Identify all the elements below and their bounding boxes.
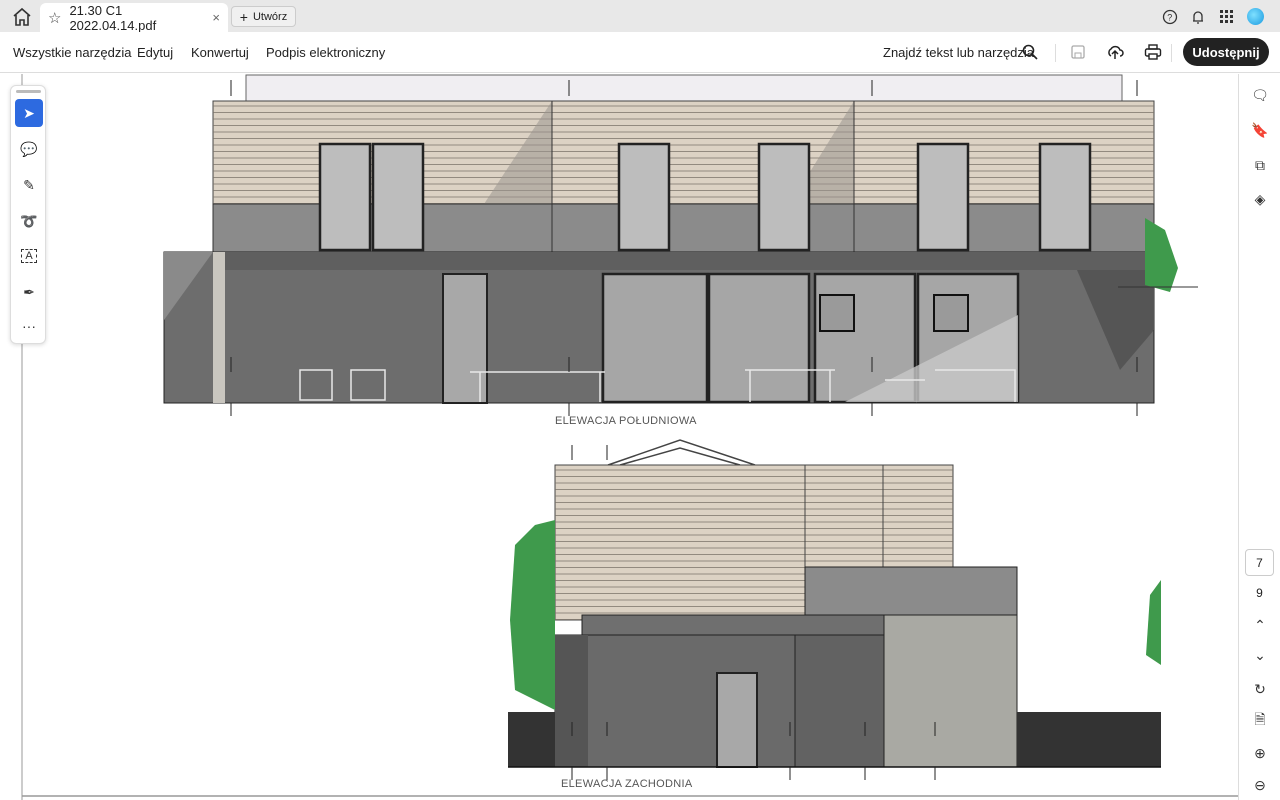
- pen-icon: ✎: [23, 176, 35, 193]
- tree-right-west: [1146, 580, 1161, 665]
- hatch-right: [1017, 712, 1161, 767]
- home-button[interactable]: [10, 6, 34, 28]
- current-page-input[interactable]: 7: [1245, 549, 1274, 576]
- sign-tool[interactable]: ✒: [15, 278, 43, 306]
- find-text-or-tools[interactable]: Znajdź tekst lub narzędzia: [883, 45, 1034, 60]
- help-icon[interactable]: ?: [1161, 8, 1179, 26]
- create-label: Utwórz: [252, 10, 288, 23]
- tree-left: [510, 520, 555, 710]
- avatar[interactable]: [1247, 8, 1264, 25]
- document-viewport[interactable]: ELEWACJA POŁUDNIOWA ELEWACJA ZACHODNIA: [0, 74, 1238, 800]
- text-box-tool[interactable]: A: [15, 242, 43, 270]
- west-elevation: [508, 439, 1161, 768]
- quick-tools-panel: ➤ 💬 ✎ ➰ A ✒ ···: [10, 85, 46, 344]
- tab-bar: ☆ 21.30 C1 2022.04.14.pdf × + Utwórz ?: [0, 0, 1280, 33]
- rotate-icon[interactable]: ↻: [1249, 678, 1271, 700]
- label-south-elevation: ELEWACJA POŁUDNIOWA: [555, 415, 697, 427]
- text-box-icon: A: [21, 249, 37, 263]
- south-elevation: [163, 74, 1198, 404]
- search-icon[interactable]: [1021, 43, 1039, 61]
- next-page-icon[interactable]: ⌄: [1249, 644, 1271, 666]
- menu-e-signature[interactable]: Podpis elektroniczny: [266, 45, 385, 60]
- draw-tool[interactable]: ➰: [15, 207, 43, 235]
- more-tools[interactable]: ···: [15, 312, 43, 340]
- zoom-out-icon[interactable]: ⊖: [1249, 774, 1271, 796]
- page-tools-icon[interactable]: 🗎: [1249, 710, 1271, 732]
- star-icon[interactable]: ☆: [48, 9, 61, 27]
- highlight-tool[interactable]: ✎: [15, 171, 43, 199]
- comment-plus-icon: 💬: [20, 140, 38, 157]
- menu-all-tools[interactable]: Wszystkie narzędzia: [13, 45, 131, 60]
- tab-filename: 21.30 C1 2022.04.14.pdf: [69, 2, 157, 33]
- layers-icon[interactable]: ◈: [1249, 188, 1271, 210]
- divider: [1055, 44, 1056, 62]
- architectural-drawing: ELEWACJA POŁUDNIOWA ELEWACJA ZACHODNIA: [21, 74, 1238, 800]
- pages-icon[interactable]: ⧉: [1249, 154, 1271, 176]
- label-west-elevation: ELEWACJA ZACHODNIA: [561, 778, 693, 790]
- apps-grid-icon[interactable]: [1218, 8, 1236, 26]
- lasso-icon: ➰: [20, 212, 38, 229]
- divider: [1171, 44, 1172, 62]
- roof-parapet: [245, 74, 1123, 102]
- cursor-arrow-icon: ➤: [23, 104, 35, 121]
- plus-icon: +: [239, 8, 248, 25]
- previous-page-icon[interactable]: ⌃: [1249, 614, 1271, 636]
- drag-handle[interactable]: [16, 90, 41, 93]
- signature-pen-icon: ✒: [23, 283, 35, 300]
- document-tab[interactable]: ☆ 21.30 C1 2022.04.14.pdf ×: [40, 2, 228, 33]
- bell-icon[interactable]: [1189, 8, 1207, 26]
- share-button[interactable]: Udostępnij: [1183, 38, 1269, 66]
- bookmarks-icon[interactable]: 🔖: [1249, 119, 1271, 141]
- upload-cloud-icon[interactable]: [1106, 43, 1124, 61]
- zoom-in-icon[interactable]: ⊕: [1249, 742, 1271, 764]
- menu-convert[interactable]: Konwertuj: [191, 45, 249, 60]
- add-comment-tool[interactable]: 💬: [15, 135, 43, 163]
- right-rail: 🗨 🔖 ⧉ ◈ 7 9 ⌃ ⌄ ↻ 🗎 ⊕ ⊖: [1238, 74, 1280, 800]
- svg-text:?: ?: [1167, 13, 1172, 23]
- total-pages: 9: [1256, 586, 1263, 600]
- create-button[interactable]: + Utwórz: [231, 6, 296, 27]
- hatch-left: [508, 712, 555, 767]
- select-tool[interactable]: ➤: [15, 99, 43, 127]
- tree-right: [1145, 218, 1178, 292]
- menu-edit[interactable]: Edytuj: [137, 45, 173, 60]
- comments-icon[interactable]: 🗨: [1249, 84, 1271, 106]
- home-icon: [13, 7, 31, 26]
- save-icon[interactable]: [1069, 43, 1087, 61]
- close-tab-icon[interactable]: ×: [212, 10, 220, 25]
- main-toolbar: Wszystkie narzędzia Edytuj Konwertuj Pod…: [0, 32, 1280, 73]
- print-icon[interactable]: [1144, 43, 1162, 61]
